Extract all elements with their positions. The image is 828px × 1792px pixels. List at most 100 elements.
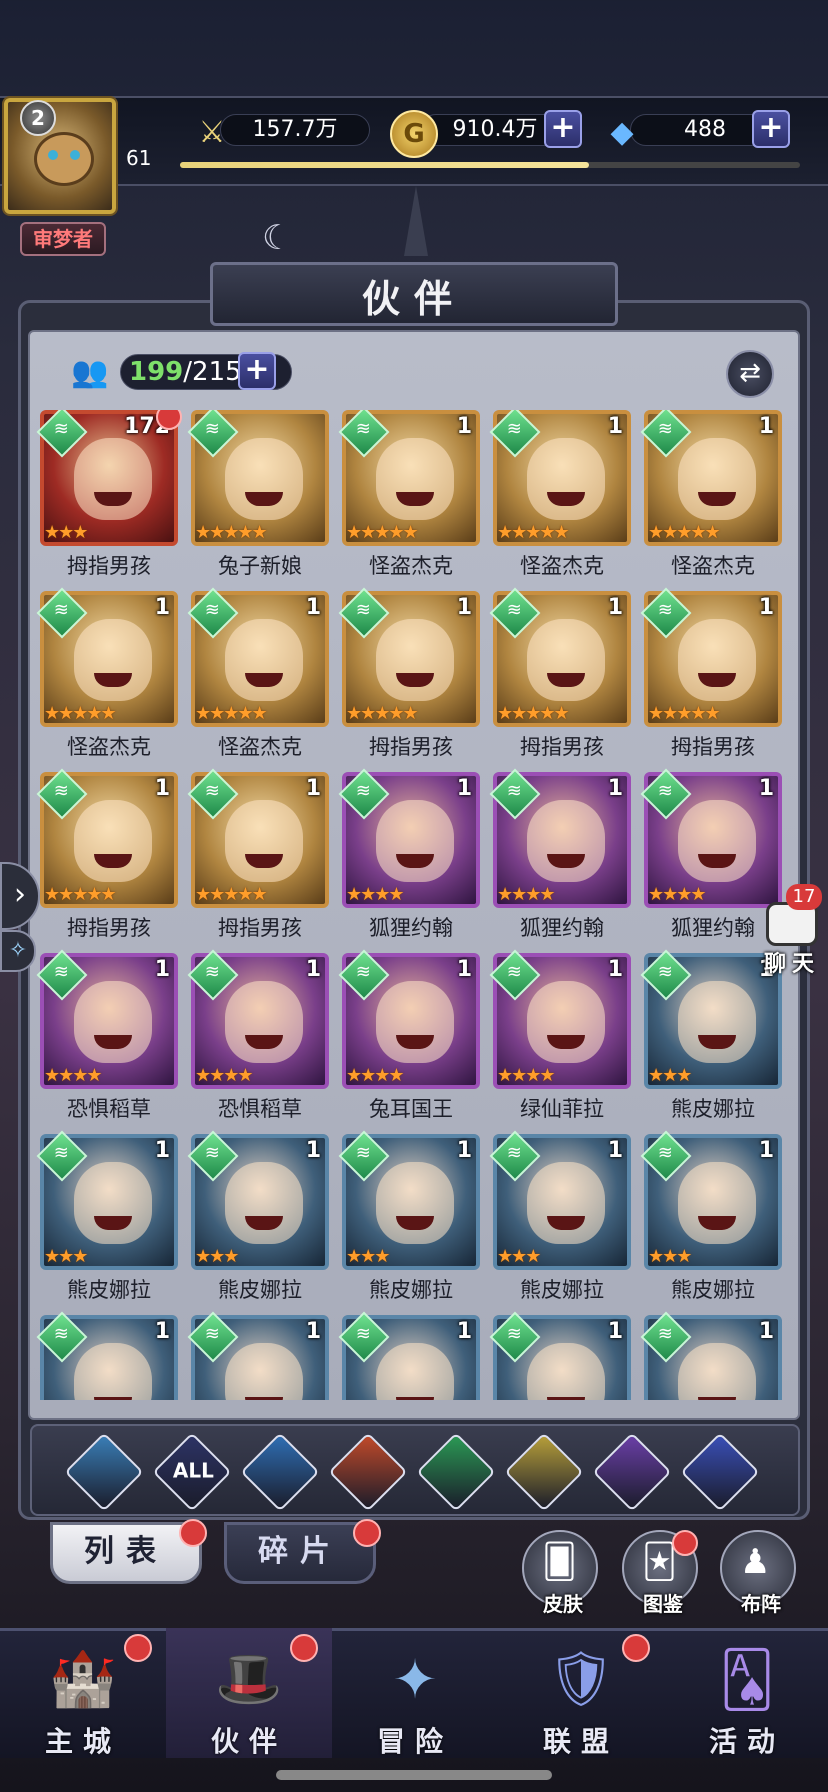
hero-face bbox=[225, 619, 303, 701]
compass-icon: ✦ bbox=[392, 1647, 438, 1711]
cards-icon: 🂡 bbox=[719, 1647, 775, 1711]
hero-name: 怪盗杰克 bbox=[218, 735, 302, 759]
hero-grin bbox=[547, 1397, 585, 1400]
hero-card[interactable]: ≋ 172 ★★★ 拇指男孩 bbox=[36, 410, 182, 580]
hero-stars: ★★★★ bbox=[648, 884, 707, 905]
hero-card[interactable]: ≋ 1 bbox=[36, 1311, 178, 1400]
nav-guild[interactable]: 🛡 联盟 bbox=[498, 1628, 664, 1758]
hero-card[interactable]: ≋ 1 ★★★★★ 怪盗杰克 bbox=[36, 587, 178, 761]
hero-card[interactable]: ≋ 1 bbox=[640, 1311, 782, 1400]
player-title[interactable]: 审梦者 bbox=[20, 222, 106, 256]
expand-capacity-button[interactable]: + bbox=[238, 352, 276, 390]
hero-copies: 1 bbox=[607, 776, 623, 801]
hero-stars: ★★★★★ bbox=[648, 703, 721, 724]
hero-copies: 1 bbox=[305, 595, 321, 620]
avatar-eye-right bbox=[70, 150, 80, 160]
hero-face bbox=[527, 1343, 605, 1400]
hero-grin bbox=[245, 1397, 283, 1400]
hero-card[interactable]: ≋ 1 ★★★★★ 拇指男孩 bbox=[640, 587, 782, 761]
notification-dot bbox=[124, 1634, 152, 1662]
hero-stars: ★★★★ bbox=[497, 1065, 556, 1086]
hero-card[interactable]: ≋ 1 ★★★★★ 怪盗杰克 bbox=[640, 410, 782, 580]
hero-card[interactable]: ≋ 1 ★★★★★ 怪盗杰克 bbox=[489, 410, 631, 580]
notification-dot bbox=[353, 1519, 381, 1547]
hero-copies: 1 bbox=[607, 414, 623, 439]
hero-card[interactable]: ≋ 1 ★★★★★ 拇指男孩 bbox=[187, 768, 329, 942]
home-indicator[interactable] bbox=[276, 1770, 552, 1780]
sort-toggle-button[interactable]: ⇄ bbox=[726, 350, 774, 398]
nav-events[interactable]: 🂡 活动 bbox=[664, 1628, 828, 1759]
panel-title: 伙伴 bbox=[361, 277, 466, 321]
hero-face bbox=[376, 1162, 454, 1244]
nav-adventure[interactable]: ✦ 冒险 bbox=[332, 1628, 498, 1759]
hero-card[interactable]: ≋ 1 ★★★★ 恐惧稻草 bbox=[187, 949, 329, 1123]
tab-list[interactable]: 列表 bbox=[50, 1519, 207, 1584]
hero-stars: ★★★★★ bbox=[346, 522, 419, 543]
hero-grin bbox=[396, 1397, 434, 1400]
hero-card[interactable]: ≋ 1 bbox=[489, 1311, 631, 1400]
hero-card[interactable]: ≋ 1 ★★★★★ 怪盗杰克 bbox=[338, 410, 480, 580]
chevron-right-icon: › bbox=[14, 877, 26, 912]
hero-name: 拇指男孩 bbox=[520, 735, 604, 759]
hero-face bbox=[678, 1343, 756, 1400]
formation-button[interactable]: ♟ 布阵 bbox=[720, 1530, 796, 1616]
sword-icon: ⚔ bbox=[198, 114, 226, 150]
notification-dot bbox=[179, 1519, 207, 1547]
nav-partners[interactable]: 🎩 伙伴 bbox=[166, 1628, 332, 1758]
skin-button[interactable]: 🂠 皮肤 bbox=[522, 1530, 598, 1616]
nav-partners-label: 伙伴 bbox=[210, 1725, 287, 1758]
hero-card[interactable]: ≋ 1 ★★★ 熊皮娜拉 bbox=[187, 1130, 329, 1304]
hero-face bbox=[225, 1162, 303, 1244]
hero-face bbox=[527, 438, 605, 520]
hero-card[interactable]: ≋ 1 ★★★ 熊皮娜拉 bbox=[36, 1130, 178, 1304]
tab-fragments[interactable]: 碎片 bbox=[224, 1519, 381, 1584]
codex-label: 图鉴 bbox=[643, 1592, 683, 1616]
hero-card[interactable]: ≋ 1 ★★★★ 绿仙菲拉 bbox=[489, 949, 631, 1123]
hero-face bbox=[678, 619, 756, 701]
hero-card[interactable]: ≋ 1 ★★★★ 兔耳国王 bbox=[338, 949, 480, 1123]
hero-name: 熊皮娜拉 bbox=[369, 1278, 453, 1302]
hero-stars: ★★★ bbox=[648, 1065, 692, 1086]
hero-name: 兔耳国王 bbox=[369, 1097, 453, 1121]
tab-list-label: 列表 bbox=[84, 1534, 168, 1569]
hero-card[interactable]: ≋ 1 ★★★ 熊皮娜拉 bbox=[338, 1130, 480, 1304]
hero-copies: 1 bbox=[607, 1319, 623, 1344]
hero-name: 拇指男孩 bbox=[67, 916, 151, 940]
hero-name: 怪盗杰克 bbox=[671, 554, 755, 578]
hero-copies: 1 bbox=[154, 595, 170, 620]
hero-card[interactable]: ≋ ★★★★★ 兔子新娘 bbox=[187, 410, 329, 580]
hero-name: 熊皮娜拉 bbox=[218, 1278, 302, 1302]
chat-label: 聊天 bbox=[763, 952, 820, 977]
exp-bar-fill bbox=[180, 162, 590, 168]
codex-button[interactable]: 🃏 图鉴 bbox=[622, 1530, 698, 1616]
hero-card[interactable]: ≋ 1 ★★★★★ 拇指男孩 bbox=[36, 768, 178, 942]
add-diamond-button[interactable]: + bbox=[752, 110, 790, 148]
hero-card[interactable]: ≋ 1 ★★★ 熊皮娜拉 bbox=[489, 1130, 631, 1304]
add-gold-button[interactable]: + bbox=[544, 110, 582, 148]
partner-count-total: /215 bbox=[183, 357, 242, 387]
chat-unread-badge: 17 bbox=[786, 884, 822, 910]
hero-card[interactable]: ≋ 1 ★★★★ 恐惧稻草 bbox=[36, 949, 178, 1123]
hero-stars: ★★★ bbox=[497, 1246, 541, 1267]
castle-icon: 🏰 bbox=[49, 1647, 117, 1710]
hero-card[interactable]: ≋ 1 bbox=[187, 1311, 329, 1400]
hero-name: 拇指男孩 bbox=[67, 554, 151, 578]
hero-stars: ★★★★ bbox=[195, 1065, 254, 1086]
hero-face bbox=[527, 619, 605, 701]
hero-card[interactable]: ≋ 1 ★★★★★ 拇指男孩 bbox=[338, 587, 480, 761]
exp-bar bbox=[180, 162, 800, 168]
hero-card[interactable]: ≋ 1 ★★★★ 狐狸约翰 bbox=[338, 768, 480, 942]
chat-button[interactable]: 17 聊天 bbox=[760, 884, 824, 980]
hero-name: 熊皮娜拉 bbox=[671, 1097, 755, 1121]
hero-card[interactable]: ≋ 1 ★★★ 熊皮娜拉 bbox=[640, 1130, 782, 1304]
hero-card[interactable]: ≋ 1 ★★★★ 狐狸约翰 bbox=[489, 768, 631, 942]
hero-stars: ★★★★★ bbox=[346, 703, 419, 724]
nav-home[interactable]: 🏰 主城 bbox=[0, 1628, 166, 1758]
hero-stars: ★★★★ bbox=[346, 884, 405, 905]
hero-face bbox=[225, 438, 303, 520]
hero-card[interactable]: ≋ 1 bbox=[338, 1311, 480, 1400]
hero-card[interactable]: ≋ 1 ★★★★★ 拇指男孩 bbox=[489, 587, 631, 761]
hero-name: 绿仙菲拉 bbox=[520, 1097, 604, 1121]
skin-label: 皮肤 bbox=[543, 1592, 583, 1616]
hero-card[interactable]: ≋ 1 ★★★★★ 怪盗杰克 bbox=[187, 587, 329, 761]
